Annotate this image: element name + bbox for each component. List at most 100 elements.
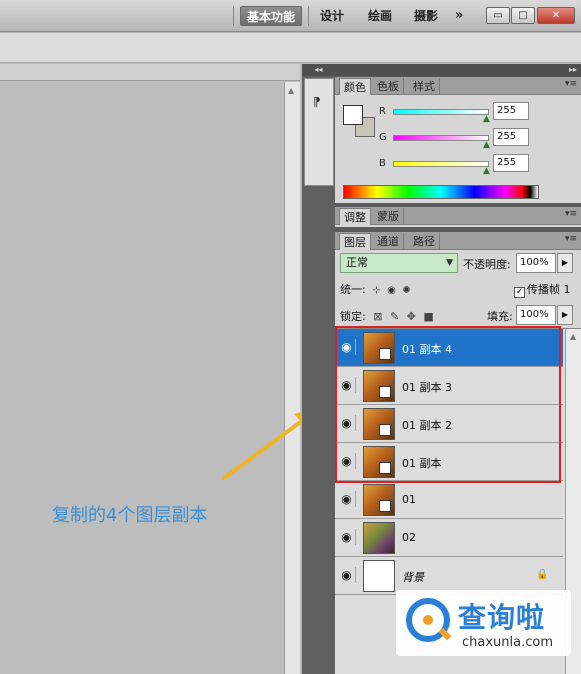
tab-layers[interactable]: 图层 [339, 233, 371, 250]
workspace-painting-button[interactable]: 绘画 [368, 6, 392, 26]
eye-visibility-icon[interactable]: ◉ [338, 453, 356, 469]
mini-tool-panel[interactable]: ⁋ [304, 78, 334, 186]
blend-mode-value: 正常 [346, 256, 368, 269]
document-canvas-area[interactable]: ▲ [0, 64, 300, 674]
history-brush-icon[interactable]: ⁋ [313, 95, 321, 109]
maximize-button[interactable]: □ [511, 7, 535, 24]
blend-mode-select[interactable]: 正常 ▼ [340, 253, 458, 273]
watermark: 查询啦 chaxunla.com [396, 590, 571, 656]
green-value-input[interactable]: 255 [493, 128, 529, 146]
eye-visibility-icon[interactable]: ◉ [338, 529, 356, 545]
lock-image-pixels-icon[interactable]: ✎ [390, 310, 399, 323]
layer-name: 01 副本 4 [402, 343, 452, 356]
fill-input[interactable]: 100% [516, 305, 556, 325]
checkbox-check-icon[interactable]: ✓ [514, 287, 525, 298]
panel-menu-icon[interactable]: ▾≡ [565, 79, 577, 89]
color-panel-tabs: 颜色 色板 样式 ▾≡ [335, 77, 581, 95]
propagate-frame-checkbox[interactable]: ✓ 传播帧 1 [514, 281, 571, 298]
panel-dock: ▸▸ 颜色 色板 样式 ▾≡ R ▲ 255 G ▲ 255 B ▲ 255 调… [335, 64, 581, 674]
layer-row-01-copy-2[interactable]: ◉ 01 副本 2 [335, 405, 563, 443]
unify-row: 统一: ⊹ ◉ ✺ [340, 281, 411, 297]
chevron-down-icon: ▼ [446, 258, 453, 268]
adjustments-panel-tabs: 调整 蒙版 ▾≡ [335, 207, 581, 225]
watermark-name: 查询啦 [458, 601, 546, 634]
red-channel-slider[interactable] [393, 109, 489, 115]
tab-color[interactable]: 颜色 [339, 78, 371, 95]
adjustments-panel: 调整 蒙版 ▾≡ [335, 207, 581, 227]
more-workspaces-button[interactable]: » [455, 6, 463, 26]
layer-name: 01 副本 2 [402, 419, 452, 432]
workspace-design-button[interactable]: 设计 [320, 6, 344, 26]
layer-row-01-copy-4[interactable]: ◉ 01 副本 4 [335, 329, 563, 367]
blue-channel-slider[interactable] [393, 161, 489, 167]
lock-icon: 🔒 [536, 569, 549, 580]
layer-row-01-copy[interactable]: ◉ 01 副本 [335, 443, 563, 481]
opacity-label: 不透明度: [463, 258, 511, 271]
layer-thumbnail [363, 370, 395, 402]
fill-slider-button[interactable]: ▶ [557, 305, 573, 325]
close-button[interactable]: ✕ [537, 7, 575, 24]
tab-styles[interactable]: 样式 [409, 78, 440, 95]
document-vertical-scrollbar[interactable]: ▲ [284, 82, 300, 674]
divider [233, 6, 234, 26]
blue-channel-label: B [379, 158, 386, 169]
options-bar [0, 33, 581, 63]
eye-visibility-icon[interactable]: ◉ [338, 377, 356, 393]
workspace-photography-button[interactable]: 摄影 [414, 6, 438, 26]
lock-row: 锁定: ⊠ ✎ ✥ ■ [340, 308, 434, 324]
slider-knob-icon[interactable]: ▲ [483, 140, 490, 150]
tab-adjustments[interactable]: 调整 [339, 208, 371, 225]
tab-masks[interactable]: 蒙版 [373, 208, 404, 225]
lock-label: 锁定: [340, 310, 366, 323]
layer-row-01-copy-3[interactable]: ◉ 01 副本 3 [335, 367, 563, 405]
scroll-up-arrow-icon[interactable]: ▲ [570, 332, 576, 341]
unify-visibility-icon[interactable]: ◉ [387, 285, 396, 296]
layer-name: 背景 [402, 571, 424, 584]
green-channel-slider[interactable] [393, 135, 489, 141]
red-channel-label: R [379, 106, 386, 117]
collapse-arrows-icon[interactable]: ◂◂ [302, 64, 335, 76]
layer-name: 02 [402, 531, 416, 544]
layers-panel-tabs: 图层 通道 路径 ▾≡ [335, 232, 581, 250]
tab-channels[interactable]: 通道 [373, 233, 404, 250]
layer-name: 01 副本 3 [402, 381, 452, 394]
opacity-slider-button[interactable]: ▶ [557, 253, 573, 273]
foreground-color-swatch[interactable] [343, 105, 363, 125]
layer-thumbnail [363, 484, 395, 516]
blue-value-input[interactable]: 255 [493, 154, 529, 172]
scroll-up-arrow-icon[interactable]: ▲ [288, 86, 294, 95]
divider [308, 6, 309, 26]
tab-swatches[interactable]: 色板 [373, 78, 404, 95]
application-bar: 基本功能 设计 绘画 摄影 » ▭ □ ✕ [0, 0, 581, 32]
eye-visibility-icon[interactable]: ◉ [338, 491, 356, 507]
layer-thumbnail [363, 408, 395, 440]
layer-thumbnail [363, 522, 395, 554]
panel-menu-icon[interactable]: ▾≡ [565, 209, 577, 219]
expand-arrows-icon[interactable]: ▸▸ [335, 64, 581, 76]
layer-thumbnail [363, 332, 395, 364]
green-channel-label: G [379, 132, 387, 143]
lock-position-icon[interactable]: ✥ [407, 310, 416, 323]
fill-label: 填充: [487, 310, 513, 323]
minimize-button[interactable]: ▭ [486, 7, 510, 24]
opacity-input[interactable]: 100% [516, 253, 556, 273]
layer-name: 01 副本 [402, 457, 442, 470]
propagate-label: 传播帧 1 [527, 283, 571, 296]
red-value-input[interactable]: 255 [493, 102, 529, 120]
eye-visibility-icon[interactable]: ◉ [338, 339, 356, 355]
unify-position-icon[interactable]: ⊹ [372, 285, 380, 296]
slider-knob-icon[interactable]: ▲ [483, 166, 490, 176]
lock-transparent-pixels-icon[interactable]: ⊠ [373, 310, 382, 323]
layer-row-01[interactable]: ◉ 01 [335, 481, 563, 519]
unify-style-icon[interactable]: ✺ [402, 285, 410, 296]
panel-menu-icon[interactable]: ▾≡ [565, 234, 577, 244]
slider-knob-icon[interactable]: ▲ [483, 114, 490, 124]
eye-visibility-icon[interactable]: ◉ [338, 567, 356, 583]
eye-visibility-icon[interactable]: ◉ [338, 415, 356, 431]
tab-paths[interactable]: 路径 [409, 233, 440, 250]
layer-row-02[interactable]: ◉ 02 [335, 519, 563, 557]
lock-all-icon[interactable]: ■ [423, 310, 433, 323]
annotation-caption: 复制的4个图层副本 [52, 505, 208, 526]
color-spectrum-bar[interactable] [343, 185, 539, 199]
workspace-basic-button[interactable]: 基本功能 [240, 6, 302, 26]
